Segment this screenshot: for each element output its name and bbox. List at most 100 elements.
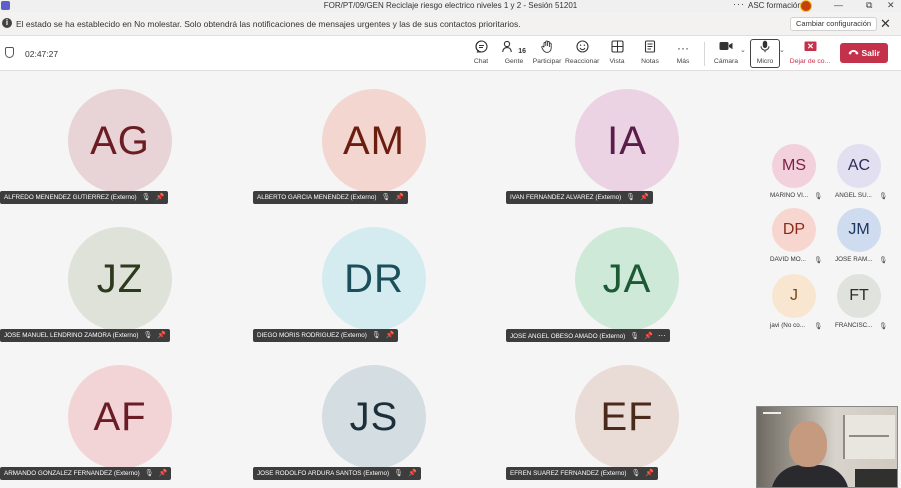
people-button[interactable]: 16 Gente [497,40,531,65]
mic-muted-icon: 🎙 [879,193,888,200]
participant-tile[interactable]: JA JOSE ANGEL OBESO AMADO (Externo) 🎙 📌 ··· [506,209,757,347]
mic-muted-icon: 🎙 [814,257,823,264]
pin-icon[interactable]: 📌 [395,191,404,204]
stop-sharing-button[interactable]: Dejar de co... [788,40,832,65]
participant-name-bar: JOSE RODOLFO ARDURA SANTOS (Externo) 🎙 📌 [253,467,421,480]
video-desk [855,469,897,487]
pin-icon[interactable]: 📌 [645,467,654,480]
participant-name: IVAN FERNANDEZ ALVAREZ (Externo) [510,194,622,201]
mic-muted-icon: 🎙 [630,333,640,340]
participant-name: JOSE RAM... [835,256,873,263]
mic-muted-icon: 🎙 [381,194,391,201]
stop-share-icon [788,40,832,56]
view-label: Vista [609,58,625,65]
participant-name-bar: IVAN FERNANDEZ ALVAREZ (Externo) 🎙 📌 [506,191,653,204]
meeting-toolbar: 02:47:27 Chat 16 Gente Participar Reacci… [0,36,901,71]
side-participant-tile[interactable]: AC ANGEL SU... 🎙 [835,144,888,204]
notes-icon [633,40,667,56]
participant-avatar: AG [68,89,172,193]
participant-name-bar: ALBERTO GARCIA MENENDEZ (Externo) 🎙 📌 [253,191,409,204]
participant-avatar: DP [772,208,816,252]
more-button[interactable]: ··· Más [666,40,700,65]
participant-name: ANGEL SU... [835,192,872,199]
close-icon[interactable]: ✕ [880,16,891,32]
more-options-icon[interactable]: ··· [733,0,745,9]
video-shelf-board [849,435,889,437]
participant-name: ALBERTO GARCIA MENENDEZ (Externo) [257,194,377,201]
minimize-button[interactable]: — [834,0,843,10]
participant-tile[interactable]: JZ JOSE MANUEL LENDRINO ZAMORA (Externo)… [0,209,251,347]
view-button[interactable]: Vista [600,40,634,65]
participant-tile[interactable]: EF EFREN SUAREZ FERNANDEZ (Externo) 🎙 📌 [506,347,757,485]
hand-icon [530,40,564,56]
pin-icon[interactable]: 📌 [408,467,417,480]
pin-icon[interactable]: 📌 [157,329,166,342]
participant-grid: AG ALFREDO MENENDEZ GUTIERREZ (Externo) 🎙… [0,71,755,488]
participant-avatar: AF [68,365,172,469]
side-participant-tile[interactable]: J javi (No co... 🎙 [770,274,822,334]
leave-button[interactable]: Salir [840,43,888,63]
microphone-button[interactable]: Micro [748,40,782,65]
info-icon: i [2,18,12,28]
video-person-head [789,421,827,467]
participant-avatar: J [772,274,816,318]
participant-tile[interactable]: AM ALBERTO GARCIA MENENDEZ (Externo) 🎙 📌 [253,71,504,209]
notes-button[interactable]: Notas [633,40,667,65]
participant-avatar: IA [575,89,679,193]
participant-avatar: JA [575,227,679,331]
avatar[interactable] [800,0,812,12]
change-settings-button[interactable]: Cambiar configuración [790,17,878,31]
meeting-timer: 02:47:27 [25,49,59,59]
more-label: Más [676,58,690,65]
pin-icon[interactable]: 📌 [386,329,395,342]
react-label: Reaccionar [565,58,600,65]
smiley-icon [565,40,599,56]
participant-tile[interactable]: AF ARMANDO GONZALEZ FERNANDEZ (Externo) 🎙… [0,347,251,485]
react-button[interactable]: Reaccionar [565,40,599,65]
side-participant-tile[interactable]: FT FRANCISC... 🎙 [835,274,887,334]
participant-name-bar: JOSE ANGEL OBESO AMADO (Externo) 🎙 📌 ··· [506,329,670,342]
chat-icon [464,40,498,56]
camera-icon [709,40,743,56]
mic-muted-icon: 🎙 [814,193,823,200]
camera-options-chevron-icon[interactable]: ⌄ [740,46,746,54]
participant-name: ARMANDO GONZALEZ FERNANDEZ (Externo) [4,470,140,477]
mic-muted-icon: 🎙 [394,470,404,477]
video-shelf [843,415,895,459]
participant-name: javi (No co... [770,322,805,329]
participant-tile[interactable]: JS JOSE RODOLFO ARDURA SANTOS (Externo) 🎙… [253,347,504,485]
side-participant-tile[interactable]: JM JOSE RAM... 🎙 [835,208,887,268]
participant-tile[interactable]: DR DIEGO MORIS RODRIGUEZ (Externo) 🎙 📌 [253,209,504,347]
participant-avatar: AM [322,89,426,193]
notification-bar: i El estado se ha establecido en No mole… [0,12,901,36]
hang-up-icon [848,48,861,58]
raise-hand-button[interactable]: Participar [530,40,564,65]
self-video-preview[interactable] [756,406,898,488]
pin-icon[interactable]: 📌 [640,191,649,204]
side-participant-tile[interactable]: MS MARINO VI... 🎙 [770,144,823,204]
close-window-button[interactable]: ✕ [887,0,895,11]
pin-icon[interactable]: 📌 [156,191,165,204]
participant-tile[interactable]: AG ALFREDO MENENDEZ GUTIERREZ (Externo) 🎙… [0,71,251,209]
people-icon: 16 [497,40,531,56]
participant-tile[interactable]: IA IVAN FERNANDEZ ALVAREZ (Externo) 🎙 📌 [506,71,757,209]
chat-button[interactable]: Chat [464,40,498,65]
participant-name: DIEGO MORIS RODRIGUEZ (Externo) [257,332,367,339]
participant-avatar: JZ [68,227,172,331]
camera-button[interactable]: Cámara [709,40,743,65]
restore-button[interactable]: ⧉ [866,0,872,11]
participant-name: JOSE MANUEL LENDRINO ZAMORA (Externo) [4,332,139,339]
grid-icon [600,40,634,56]
side-participant-tile[interactable]: DP DAVID MO... 🎙 [770,208,823,268]
pin-icon[interactable]: 📌 [644,330,653,343]
participant-more-icon[interactable]: ··· [658,329,666,342]
pin-icon[interactable]: 📌 [159,467,168,480]
participant-name-bar: DIEGO MORIS RODRIGUEZ (Externo) 🎙 📌 [253,329,399,342]
participant-name-bar: EFREN SUAREZ FERNANDEZ (Externo) 🎙 📌 [506,467,659,480]
mic-muted-icon: 🎙 [631,470,641,477]
participant-name-bar: JOSE MANUEL LENDRINO ZAMORA (Externo) 🎙 📌 [0,329,171,342]
mic-muted-icon: 🎙 [626,194,636,201]
micro-options-chevron-icon[interactable]: ⌄ [779,46,785,54]
participant-name: DAVID MO... [770,256,806,263]
mic-muted-icon: 🎙 [141,194,151,201]
